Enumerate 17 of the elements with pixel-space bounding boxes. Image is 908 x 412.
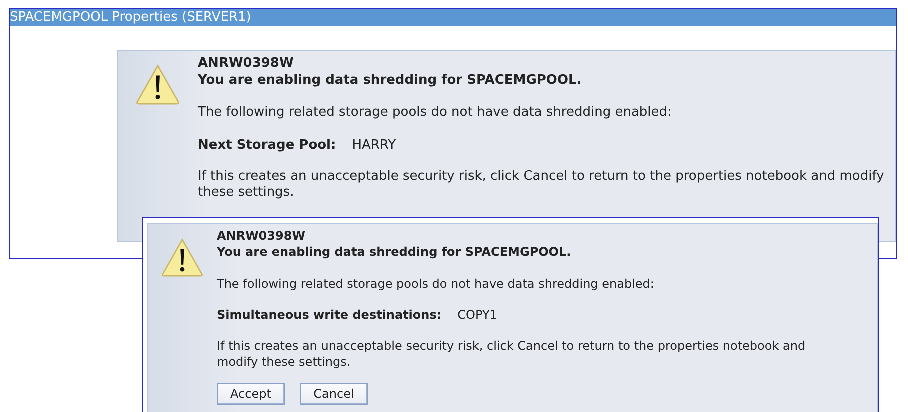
message-text: The following related storage pools do not have data shredding enabled: — [217, 276, 656, 292]
window-title: SPACEMGPOOL Properties (SERVER1) — [10, 9, 896, 26]
message-text: If this creates an unacceptable security risk, click Cancel to return to the properties notebook and modify these settings. — [217, 338, 807, 370]
message-code: ANRW0398W — [217, 228, 306, 244]
dialog-button[interactable]: Accept — [217, 383, 285, 405]
message-code: ANRW0398W — [198, 55, 295, 72]
message-text: The following related storage pools do not have data shredding enabled: — [198, 105, 673, 121]
message-heading: You are enabling data shredding for SPACEMGPOOL. — [217, 244, 572, 260]
field-value: COPY1 — [458, 308, 498, 322]
warning-icon — [135, 64, 181, 105]
dialog-button[interactable]: Cancel — [300, 383, 368, 405]
warning-icon — [161, 238, 204, 277]
message-text: If this creates an unacceptable security risk, click Cancel to return to the properties notebook and modify these settings. — [198, 169, 886, 201]
field-label: Next Storage Pool: — [198, 138, 336, 153]
field-label: Simultaneous write destinations: — [217, 308, 442, 322]
field-value: HARRY — [352, 138, 396, 153]
message-heading: You are enabling data shredding for SPACEMGPOOL. — [198, 72, 583, 89]
